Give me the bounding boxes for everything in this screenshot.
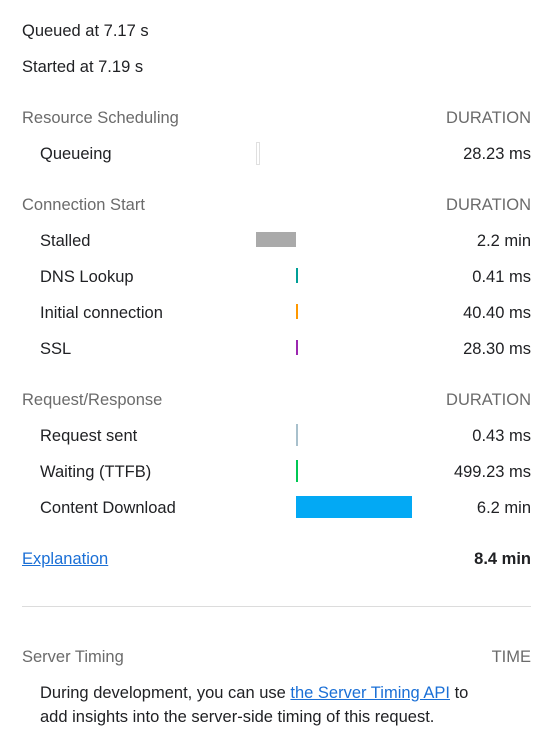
row-value: 6.2 min [476, 499, 531, 517]
row-label: Request sent [40, 427, 138, 445]
text: to [449, 684, 469, 702]
section-title: Resource Scheduling [22, 109, 179, 127]
time-header: TIME [491, 648, 531, 666]
row-label: DNS Lookup [40, 268, 134, 286]
request-sent-bar [296, 424, 298, 446]
server-timing-api-link[interactable]: the Server Timing API [290, 684, 450, 702]
row-label: Stalled [40, 232, 91, 250]
row-value: 0.41 ms [472, 268, 531, 286]
content-download-bar [296, 496, 412, 518]
row-label: SSL [40, 340, 72, 358]
row-value: 28.30 ms [463, 340, 531, 358]
row-label: Content Download [40, 499, 176, 517]
section-title: Request/Response [22, 391, 163, 409]
row-label: Queueing [40, 145, 112, 163]
row-label: Initial connection [40, 304, 163, 322]
divider [22, 606, 531, 607]
ssl-bar [296, 340, 298, 355]
row-value: 0.43 ms [472, 427, 531, 445]
dns-bar [296, 268, 298, 283]
row-label: Waiting (TTFB) [40, 463, 152, 481]
duration-header: DURATION [446, 196, 531, 214]
row-value: 28.23 ms [463, 145, 531, 163]
server-timing-text: During development, you can use the Serv… [40, 684, 468, 703]
section-title: Connection Start [22, 196, 145, 214]
connection-bar [296, 304, 298, 319]
ttfb-bar [296, 460, 298, 482]
started-at: Started at 7.19 s [22, 58, 144, 76]
server-timing-text-2: add insights into the server-side timing… [40, 708, 435, 726]
stalled-bar [256, 232, 296, 247]
row-value: 2.2 min [476, 232, 531, 250]
explanation-link[interactable]: Explanation [22, 550, 108, 569]
row-value: 40.40 ms [463, 304, 531, 322]
queueing-bar [256, 142, 260, 165]
server-timing-title: Server Timing [22, 648, 124, 666]
total-duration: 8.4 min [474, 550, 531, 568]
queued-at: Queued at 7.17 s [22, 22, 149, 40]
duration-header: DURATION [446, 109, 531, 127]
duration-header: DURATION [446, 391, 531, 409]
row-value: 499.23 ms [453, 463, 531, 481]
text: During development, you can use [40, 684, 291, 702]
